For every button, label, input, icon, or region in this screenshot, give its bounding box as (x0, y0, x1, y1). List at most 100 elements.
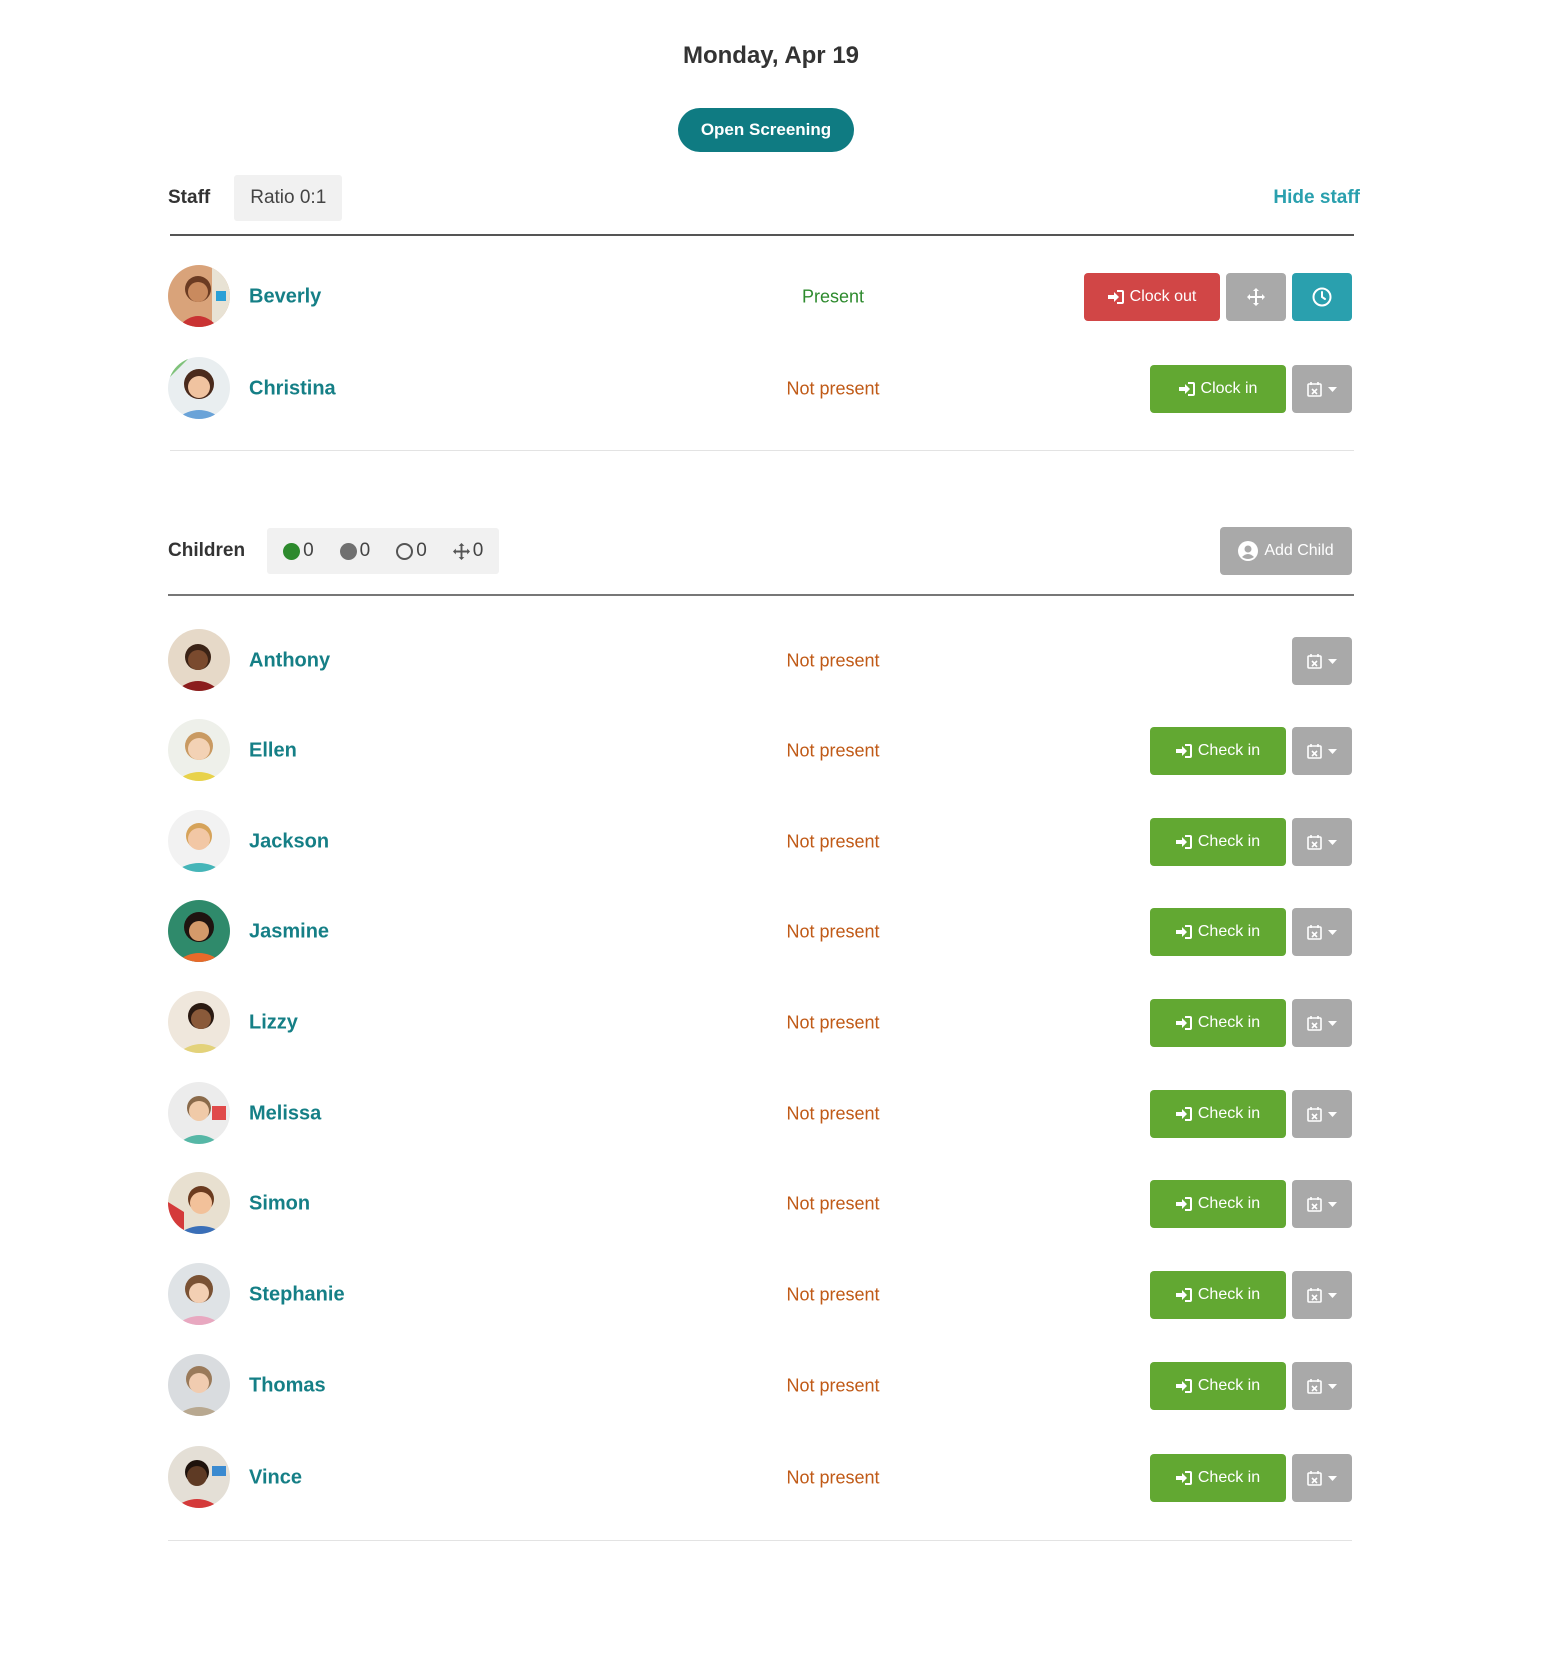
calendar-x-icon (1307, 1015, 1322, 1031)
staff-name[interactable]: Christina (249, 378, 336, 401)
avatar (168, 1446, 230, 1508)
sign-in-icon (1175, 925, 1192, 939)
move-button[interactable] (1226, 273, 1286, 321)
absence-dropdown-button[interactable] (1292, 727, 1352, 775)
sign-in-icon (1175, 1197, 1192, 1211)
staff-label: Staff (168, 187, 211, 208)
sign-in-icon (1175, 744, 1192, 758)
ratio-badge: Ratio 0:1 (234, 175, 343, 221)
hide-staff-link[interactable]: Hide staff (1273, 187, 1360, 209)
child-name[interactable]: Lizzy (249, 1012, 298, 1035)
check-in-button[interactable]: Check in (1150, 999, 1286, 1047)
staff-name[interactable]: Beverly (249, 286, 321, 309)
child-status: Not present (786, 1193, 880, 1214)
sign-in-icon (1175, 835, 1192, 849)
child-row: Lizzy Not present Check in (168, 991, 1352, 1055)
calendar-x-icon (1307, 743, 1322, 759)
caret-down-icon (1328, 386, 1337, 392)
time-button[interactable] (1292, 273, 1352, 321)
staff-row: Christina Not present Clock in (168, 357, 1352, 421)
empty-dot-icon (396, 542, 414, 560)
absence-dropdown-button[interactable] (1292, 1271, 1352, 1319)
check-in-button[interactable]: Check in (1150, 1271, 1286, 1319)
calendar-x-icon (1307, 1378, 1322, 1394)
child-name[interactable]: Thomas (249, 1375, 326, 1398)
child-name[interactable]: Ellen (249, 740, 297, 763)
calendar-x-icon (1307, 381, 1322, 397)
clock-in-label: Clock in (1200, 380, 1258, 397)
check-in-button[interactable]: Check in (1150, 1454, 1286, 1502)
absence-dropdown-button[interactable] (1292, 365, 1352, 413)
absence-dropdown-button[interactable] (1292, 637, 1352, 685)
avatar (168, 719, 230, 781)
staff-header: Staff Ratio 0:1 Hide staff (168, 175, 1360, 221)
clock-icon (1312, 287, 1332, 307)
check-in-button[interactable]: Check in (1150, 1090, 1286, 1138)
clock-out-button[interactable]: Clock out (1084, 273, 1220, 321)
child-status: Not present (786, 921, 880, 942)
sign-in-icon (1175, 1471, 1192, 1485)
staff-status: Present (801, 286, 865, 307)
staff-status: Not present (786, 378, 880, 399)
staff-divider (170, 234, 1354, 236)
page-title: Monday, Apr 19 (682, 42, 860, 69)
caret-down-icon (1328, 1292, 1337, 1298)
add-child-button[interactable]: Add Child (1220, 527, 1352, 575)
child-name[interactable]: Jasmine (249, 921, 329, 944)
avatar (168, 1354, 230, 1416)
calendar-x-icon (1307, 924, 1322, 940)
child-status: Not present (786, 650, 880, 671)
child-status: Not present (786, 740, 880, 761)
avatar (168, 265, 230, 327)
child-row: Anthony Not present (168, 629, 1352, 693)
absence-dropdown-button[interactable] (1292, 1362, 1352, 1410)
staff-row: Beverly Present Clock out (168, 265, 1352, 329)
child-name[interactable]: Stephanie (249, 1284, 345, 1307)
child-name[interactable]: Vince (249, 1467, 302, 1490)
child-row: Jackson Not present Check in (168, 810, 1352, 874)
child-status: Not present (786, 1012, 880, 1033)
absence-dropdown-button[interactable] (1292, 1090, 1352, 1138)
clock-in-button[interactable]: Clock in (1150, 365, 1286, 413)
check-in-button[interactable]: Check in (1150, 1362, 1286, 1410)
avatar (168, 1172, 230, 1234)
child-status: Not present (786, 831, 880, 852)
child-row: Simon Not present Check in (168, 1172, 1352, 1236)
children-divider (168, 594, 1354, 596)
moved-count: 0 (452, 540, 483, 562)
caret-down-icon (1328, 1383, 1337, 1389)
child-status: Not present (786, 1467, 880, 1488)
caret-down-icon (1328, 839, 1337, 845)
absence-dropdown-button[interactable] (1292, 1180, 1352, 1228)
caret-down-icon (1328, 1201, 1337, 1207)
absence-dropdown-button[interactable] (1292, 1454, 1352, 1502)
not-arrived-count: 0 (396, 540, 427, 562)
avatar (168, 1263, 230, 1325)
check-in-button[interactable]: Check in (1150, 727, 1286, 775)
avatar (168, 1082, 230, 1144)
calendar-x-icon (1307, 834, 1322, 850)
child-name[interactable]: Melissa (249, 1103, 321, 1126)
sign-in-icon (1175, 1016, 1192, 1030)
child-name[interactable]: Simon (249, 1193, 310, 1216)
child-row: Ellen Not present Check in (168, 719, 1352, 783)
check-in-button[interactable]: Check in (1150, 908, 1286, 956)
check-in-button[interactable]: Check in (1150, 818, 1286, 866)
absence-dropdown-button[interactable] (1292, 818, 1352, 866)
absence-dropdown-button[interactable] (1292, 999, 1352, 1047)
child-row: Melissa Not present Check in (168, 1082, 1352, 1146)
child-row: Thomas Not present Check in (168, 1354, 1352, 1418)
avatar (168, 991, 230, 1053)
calendar-x-icon (1307, 653, 1322, 669)
child-name[interactable]: Anthony (249, 650, 330, 673)
children-header: Children 0 0 0 0 Add Child (168, 527, 1360, 575)
check-in-button[interactable]: Check in (1150, 1180, 1286, 1228)
child-row: Stephanie Not present Check in (168, 1263, 1352, 1327)
open-screening-button[interactable]: Open Screening (678, 108, 854, 152)
caret-down-icon (1328, 1475, 1337, 1481)
present-count: 0 (283, 540, 314, 562)
calendar-x-icon (1307, 1470, 1322, 1486)
child-name[interactable]: Jackson (249, 831, 329, 854)
absence-dropdown-button[interactable] (1292, 908, 1352, 956)
caret-down-icon (1328, 929, 1337, 935)
